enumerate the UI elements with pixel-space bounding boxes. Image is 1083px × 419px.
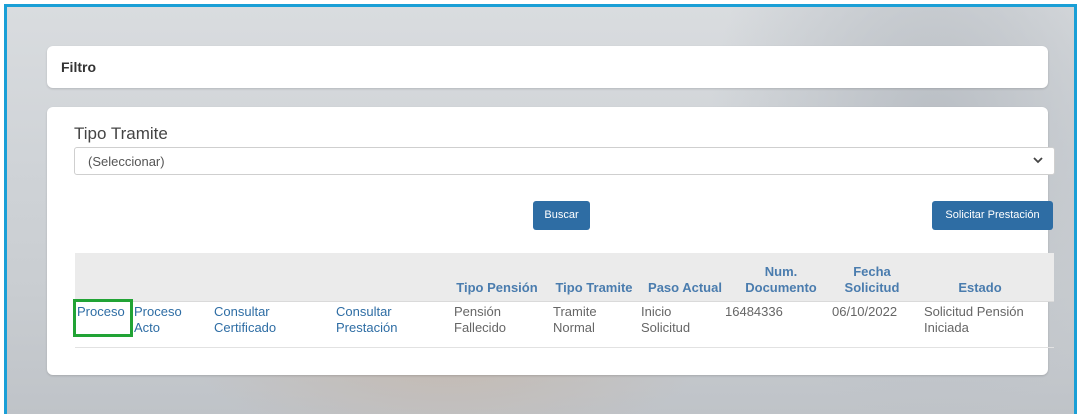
tipo-tramite-select[interactable]: (Seleccionar) xyxy=(74,147,1055,175)
cell-paso-actual-line1: Inicio xyxy=(641,304,672,319)
consultar-certificado-link[interactable]: Consultar Certificado xyxy=(214,304,276,336)
consultar-certificado-line2: Certificado xyxy=(214,320,277,335)
app-frame: Filtro Tipo Tramite (Seleccionar) Buscar… xyxy=(4,4,1077,414)
solicitar-prestacion-button[interactable]: Solicitar Prestación xyxy=(932,201,1053,230)
cell-tipo-tramite: Tramite Normal xyxy=(553,304,597,336)
cell-paso-actual: Inicio Solicitud xyxy=(641,304,690,336)
consultar-certificado-line1: Consultar xyxy=(214,304,270,319)
filter-title: Filtro xyxy=(61,59,96,75)
filter-panel-header[interactable]: Filtro xyxy=(47,46,1048,88)
header-fecha-line1: Fecha xyxy=(853,264,891,279)
cell-tipo-pension-line1: Pensión xyxy=(454,304,501,319)
header-tipo-pension: Tipo Pensión xyxy=(456,280,538,295)
header-estado: Estado xyxy=(958,280,1002,295)
consultar-prestacion-link[interactable]: Consultar Prestación xyxy=(336,304,397,336)
cell-paso-actual-line2: Solicitud xyxy=(641,320,691,335)
filter-panel-body: Tipo Tramite (Seleccionar) Buscar Solici… xyxy=(47,107,1055,375)
tipo-tramite-label: Tipo Tramite xyxy=(74,124,168,143)
proceso-acto-line1: Proceso xyxy=(134,304,182,319)
proceso-acto-line2: Acto xyxy=(134,320,161,335)
cell-tipo-pension: Pensión Fallecido xyxy=(454,304,506,336)
tipo-tramite-selected-value: (Seleccionar) xyxy=(88,154,165,169)
cell-num-documento: 16484336 xyxy=(725,304,783,319)
buscar-button[interactable]: Buscar xyxy=(533,201,590,230)
cell-tipo-tramite-line1: Tramite xyxy=(553,304,597,319)
header-fecha-line2: Solicitud xyxy=(844,280,900,295)
header-fecha-solicitud: Fecha Solicitud xyxy=(827,264,917,296)
header-num-documento: Num. Documento xyxy=(731,264,831,296)
cell-tipo-tramite-line2: Normal xyxy=(553,320,595,335)
header-paso-actual: Paso Actual xyxy=(648,280,722,295)
results-table-header: Tipo Pensión Tipo Tramite Paso Actual Nu… xyxy=(75,253,1054,302)
header-tipo-tramite: Tipo Tramite xyxy=(555,280,633,295)
cell-tipo-pension-line2: Fallecido xyxy=(454,320,507,335)
highlight-box xyxy=(73,299,133,337)
consultar-prestacion-line2: Prestación xyxy=(336,320,398,335)
cell-estado-line2: Iniciada xyxy=(924,320,969,335)
table-row: Proceso Proceso Acto Consultar Certifica… xyxy=(75,301,1054,348)
consultar-prestacion-line1: Consultar xyxy=(336,304,392,319)
chevron-down-icon xyxy=(1033,157,1043,164)
header-num-documento-line2: Documento xyxy=(745,280,817,295)
cell-fecha-solicitud: 06/10/2022 xyxy=(832,304,898,319)
cell-estado-line1: Solicitud Pensión xyxy=(924,304,1024,319)
proceso-acto-link[interactable]: Proceso Acto xyxy=(134,304,182,336)
header-num-documento-line1: Num. xyxy=(764,264,798,279)
cell-estado: Solicitud Pensión Iniciada xyxy=(924,304,1024,336)
